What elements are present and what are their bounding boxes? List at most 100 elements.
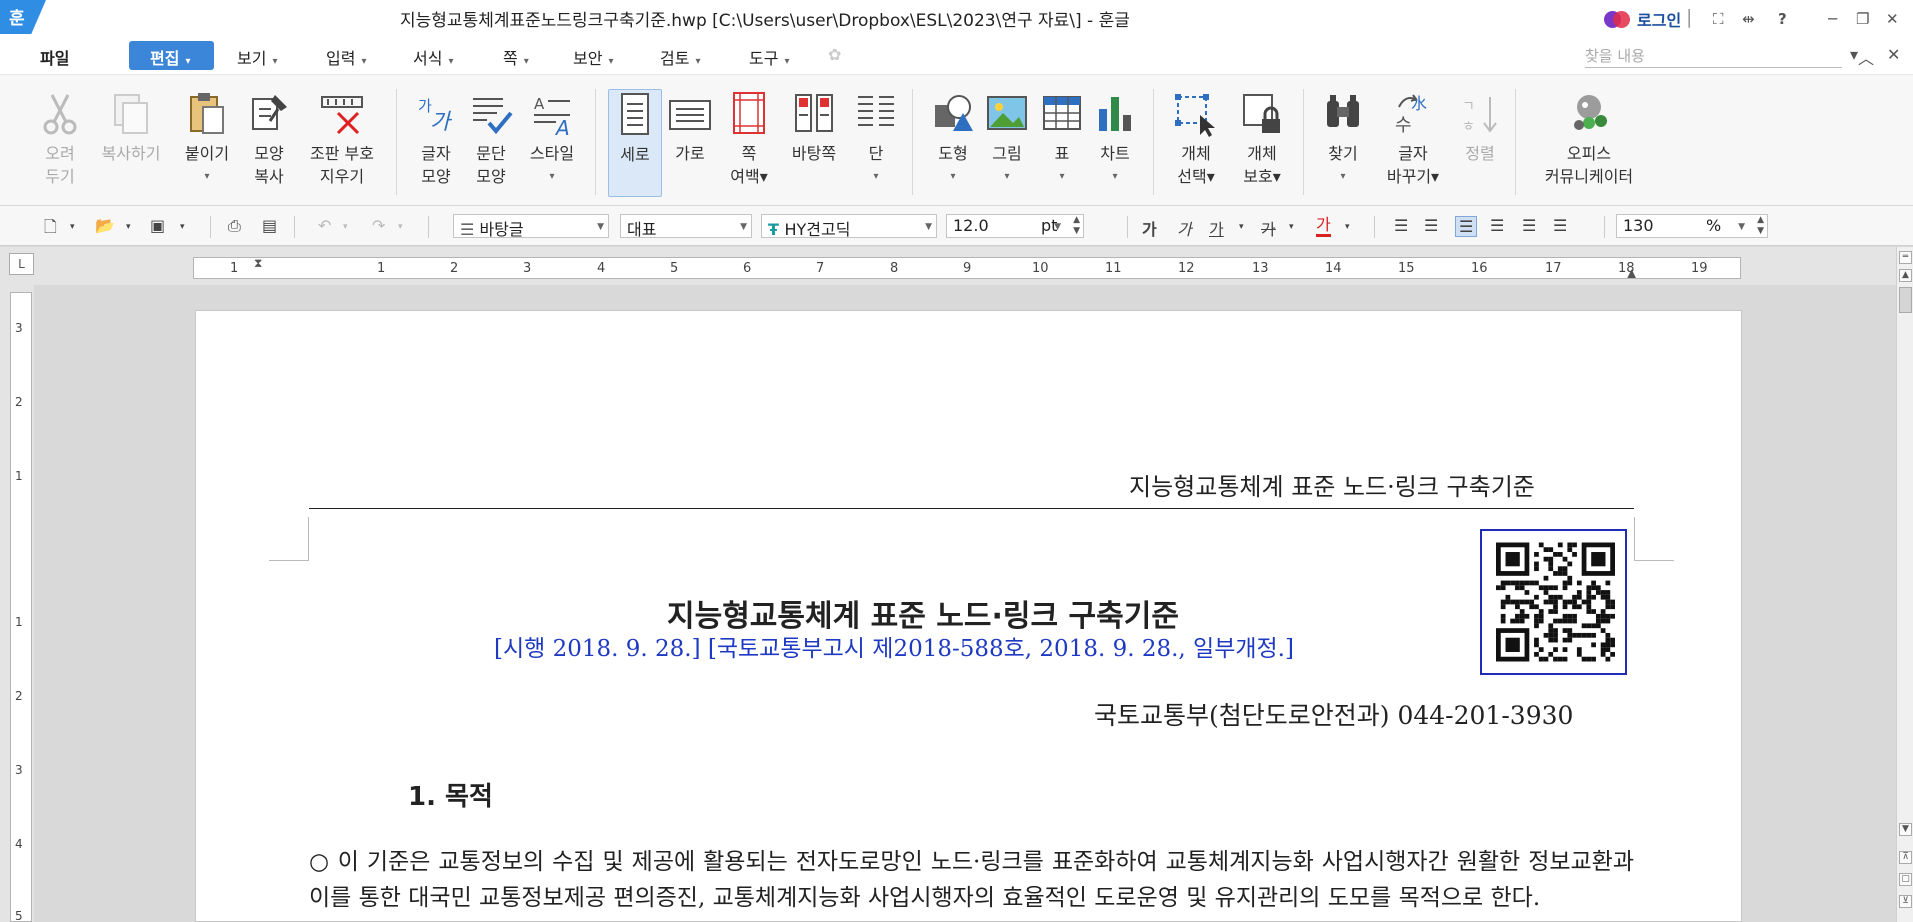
clear-markup-button[interactable]: 조판 부호 지우기 <box>300 89 384 197</box>
open-dropdown-icon[interactable]: ▾ <box>126 222 131 232</box>
para-shape-icon <box>473 98 513 135</box>
print-icon[interactable]: ⎙ <box>228 216 241 236</box>
zoom-stepper[interactable]: ▲ ▼ <box>1757 215 1764 237</box>
page-view-icon[interactable]: ▢ <box>1899 873 1912 886</box>
undo-dropdown-icon[interactable]: ▾ <box>343 222 348 232</box>
cut-button[interactable]: 오려 두기 <box>32 89 88 197</box>
font-size-input[interactable]: 12.0 pt ▼ ▲ ▼ <box>946 214 1084 238</box>
landscape-button[interactable]: 가로 <box>666 89 714 197</box>
search-input[interactable]: 찾을 내용 <box>1585 44 1842 68</box>
indent-marker-icon[interactable]: ⧗ <box>254 258 262 271</box>
scroll-split-icon[interactable]: ═ <box>1899 251 1912 264</box>
sort-button[interactable]: ㄱㅎ 정렬 <box>1456 89 1504 197</box>
menu-edit[interactable]: 편집 ▾ <box>129 41 214 70</box>
menu-page[interactable]: 쪽 ▾ <box>503 45 529 69</box>
size-stepper[interactable]: ▲ ▼ <box>1073 215 1080 237</box>
redo-dropdown-icon[interactable]: ▾ <box>398 222 403 232</box>
align-left-icon[interactable]: ☰ <box>1424 216 1438 235</box>
find-button[interactable]: 찾기 ▾ <box>1318 89 1368 197</box>
align-justify-icon[interactable]: ☰ <box>1394 216 1408 235</box>
color-dropdown-icon[interactable]: ▾ <box>1345 222 1350 232</box>
horizontal-ruler[interactable]: 1 1 2 3 4 5 6 7 8 9 10 11 12 13 14 15 16… <box>193 257 1741 279</box>
format-painter-button[interactable]: 모양 복사 <box>244 89 294 197</box>
margin-icon <box>733 92 765 134</box>
fullscreen-icon[interactable]: ⛶ <box>1713 10 1724 28</box>
align-distribute-icon[interactable]: ☰ <box>1522 216 1536 235</box>
login-button[interactable]: 로그인 <box>1604 7 1681 31</box>
svg-text:수: 수 <box>1395 115 1412 136</box>
align-right-icon[interactable]: ☰ <box>1490 216 1504 235</box>
strike-dropdown-icon[interactable]: ▾ <box>1289 222 1294 232</box>
language-select[interactable]: 대표 ▼ <box>620 214 752 238</box>
scroll-down-icon[interactable]: ▼ <box>1899 823 1912 836</box>
page-margin-button[interactable]: 쪽 여백▾ <box>722 89 776 197</box>
underline-dropdown-icon[interactable]: ▾ <box>1239 222 1244 232</box>
save-icon[interactable]: ▣ <box>150 216 165 235</box>
redo-icon[interactable]: ↷ <box>372 216 385 235</box>
new-document-icon[interactable]: 🗋 <box>44 216 57 243</box>
menu-format[interactable]: 서식 ▾ <box>413 45 453 69</box>
window-title: 지능형교통체계표준노드링크구축기준.hwp [C:\Users\user\Dro… <box>400 11 1130 31</box>
menu-review[interactable]: 검토 ▾ <box>660 45 700 69</box>
close-window-button[interactable]: ✕ <box>1886 10 1899 28</box>
italic-button[interactable]: 가 <box>1177 216 1192 240</box>
save-dropdown-icon[interactable]: ▾ <box>180 222 185 232</box>
scissors-icon <box>43 94 77 135</box>
puzzle-icon[interactable]: ✿ <box>828 45 841 64</box>
print-preview-icon[interactable]: ▤ <box>262 216 277 235</box>
ruler-corner-button[interactable]: L <box>9 253 34 275</box>
menu-security[interactable]: 보안 ▾ <box>573 45 613 69</box>
style-select[interactable]: ☰ 바탕글 ▼ <box>453 214 609 238</box>
style-button[interactable]: AA 스타일 ▾ <box>522 89 582 197</box>
master-page-button[interactable]: 바탕쪽 <box>782 89 846 197</box>
char-shape-icon: 가가 <box>418 97 453 135</box>
shape-button[interactable]: 도형 ▾ <box>928 89 978 197</box>
select-object-button[interactable]: 개체 선택▾ <box>1168 89 1224 197</box>
menu-insert[interactable]: 입력 ▾ <box>326 45 366 69</box>
collapse-ribbon-icon[interactable]: ︿ <box>1858 45 1874 69</box>
vertical-scrollbar[interactable]: ═ ▲ ▼ ⊼ ▢ ⊻ <box>1896 247 1913 922</box>
zoom-input[interactable]: 130% ▼ ▲ ▼ <box>1616 214 1768 238</box>
chart-button[interactable]: 차트 ▾ <box>1090 89 1140 197</box>
vertical-ruler[interactable]: 3 2 1 1 2 3 4 5 <box>10 292 32 922</box>
portrait-button[interactable]: 세로 <box>608 89 662 197</box>
right-margin-marker-icon[interactable]: ▲ <box>1627 266 1636 278</box>
style-lines-icon: ☰ <box>460 220 480 238</box>
menu-file[interactable]: 파일 <box>40 45 69 69</box>
new-dropdown-icon[interactable]: ▾ <box>70 222 75 232</box>
minimize-button[interactable]: ─ <box>1828 10 1837 28</box>
columns-button[interactable]: 단 ▾ <box>852 89 900 197</box>
scroll-thumb[interactable] <box>1899 287 1912 313</box>
font-select[interactable]: Ŧ HY견고딕 ▼ <box>761 214 937 238</box>
table-button[interactable]: 표 ▾ <box>1038 89 1086 197</box>
text-color-button[interactable]: 가 <box>1316 216 1331 237</box>
prev-page-icon[interactable]: ⊼ <box>1899 851 1912 864</box>
underline-button[interactable]: 가 <box>1209 216 1224 240</box>
char-shape-button[interactable]: 가가 글자 모양 <box>410 89 462 197</box>
menu-view[interactable]: 보기 ▾ <box>237 45 277 69</box>
undo-icon[interactable]: ↶ <box>318 216 331 235</box>
app-logo-icon[interactable]: 훈 <box>0 0 46 34</box>
help-icon[interactable]: ? <box>1778 10 1787 28</box>
scroll-up-icon[interactable]: ▲ <box>1899 269 1912 282</box>
para-shape-button[interactable]: 문단 모양 <box>466 89 516 197</box>
char-convert-button[interactable]: 水수 글자 바꾸기▾ <box>1380 89 1446 197</box>
menu-tools[interactable]: 도구 ▾ <box>749 45 789 69</box>
align-divide-icon[interactable]: ☰ <box>1553 216 1567 235</box>
office-communicator-button[interactable]: 오피스 커뮤니케이터 <box>1534 89 1644 197</box>
document-page[interactable]: 지능형교통체계 표준 노드·링크 구축기준 지능형교통체계 표준 노드·링크 구… <box>195 310 1742 922</box>
paste-button[interactable]: 붙이기 ▾ <box>176 89 238 197</box>
picture-icon <box>987 96 1027 130</box>
open-folder-icon[interactable]: 📂 <box>95 216 115 235</box>
split-view-icon[interactable]: ⇹ <box>1742 10 1755 28</box>
next-page-icon[interactable]: ⊻ <box>1899 895 1912 908</box>
search-dropdown-icon[interactable]: ▾ <box>1850 45 1858 64</box>
bold-button[interactable]: 가 <box>1142 216 1157 240</box>
restore-button[interactable]: ❐ <box>1856 10 1869 28</box>
protect-object-button[interactable]: 개체 보호▾ <box>1234 89 1290 197</box>
align-center-icon[interactable]: ☰ <box>1455 216 1478 237</box>
copy-button[interactable]: 복사하기 <box>92 89 170 197</box>
picture-button[interactable]: 그림 ▾ <box>982 89 1032 197</box>
strikethrough-button[interactable]: 가 <box>1261 216 1276 240</box>
close-document-button[interactable]: ✕ <box>1887 45 1900 64</box>
